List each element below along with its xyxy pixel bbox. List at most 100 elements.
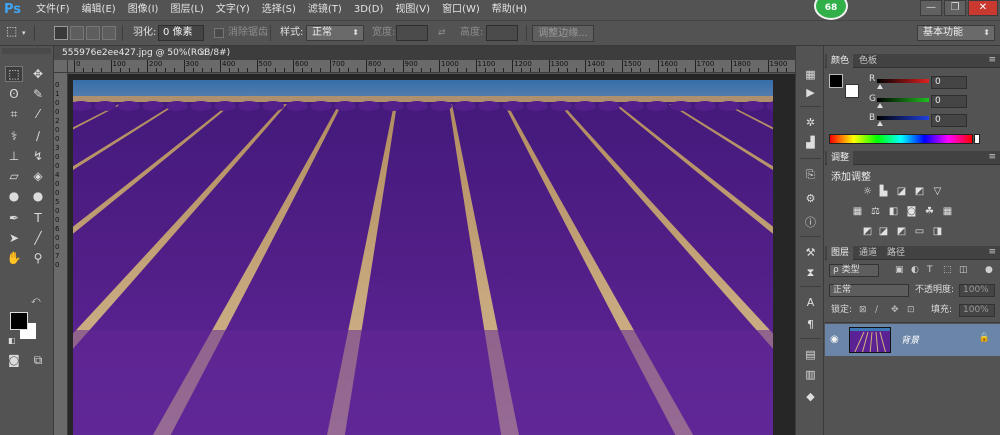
tab-swatches[interactable]: 色板 bbox=[855, 54, 881, 68]
quick-mask-icon[interactable]: ◙ bbox=[5, 352, 23, 368]
fill-input[interactable]: 100% bbox=[959, 304, 995, 317]
posterize-icon[interactable]: ◪ bbox=[877, 226, 890, 238]
panel-menu-icon[interactable]: ≡ bbox=[988, 247, 996, 257]
restore-button[interactable]: ❐ bbox=[944, 0, 966, 16]
brush-settings-icon[interactable]: ✲ bbox=[803, 116, 818, 130]
new-selection-icon[interactable] bbox=[54, 26, 68, 40]
workspace-select[interactable]: 基本功能 ⬍ bbox=[917, 25, 995, 41]
pen-tool-icon[interactable]: ✒ bbox=[5, 210, 23, 226]
menu-layer[interactable]: 图层(L) bbox=[164, 0, 209, 20]
gradient-map-icon[interactable]: ▭ bbox=[913, 226, 926, 238]
magic-wand-icon[interactable]: ✎ bbox=[29, 86, 47, 102]
tab-adjustments[interactable]: 调整 bbox=[827, 151, 854, 165]
character-icon[interactable]: A bbox=[803, 296, 818, 310]
red-slider[interactable] bbox=[877, 79, 929, 83]
document-tab[interactable]: 555976e2ee427.jpg @ 50%(RGB/8#) × bbox=[54, 46, 230, 60]
clone-source-icon[interactable]: ⎘ bbox=[803, 168, 818, 182]
width-input[interactable] bbox=[396, 25, 428, 41]
photo-filter-icon[interactable]: ◙ bbox=[905, 206, 918, 218]
menu-help[interactable]: 帮助(H) bbox=[486, 0, 533, 20]
exposure-icon[interactable]: ◩ bbox=[913, 186, 926, 198]
layer-comps-icon[interactable]: ▤ bbox=[803, 348, 818, 362]
invert-icon[interactable]: ◩ bbox=[861, 226, 874, 238]
swap-icon[interactable]: ⇄ bbox=[438, 25, 446, 41]
eraser-tool-icon[interactable]: ▱ bbox=[5, 168, 23, 184]
default-colors-icon[interactable]: ◧ bbox=[8, 336, 16, 345]
white-swatch[interactable] bbox=[974, 134, 980, 144]
channel-mixer-icon[interactable]: ☘ bbox=[923, 206, 936, 218]
filter-pixel-icon[interactable]: ▣ bbox=[895, 264, 904, 277]
chevron-down-icon[interactable]: ▾ bbox=[22, 25, 26, 41]
move-tool-icon[interactable]: ✥ bbox=[29, 66, 47, 82]
dodge-tool-icon[interactable]: ● bbox=[29, 188, 47, 204]
clone-stamp-icon[interactable]: ⊥ bbox=[5, 148, 23, 164]
filter-adjust-icon[interactable]: ◐ bbox=[911, 264, 919, 277]
marquee-tool-icon[interactable]: ⬚ bbox=[5, 66, 23, 82]
paragraph-icon[interactable]: ¶ bbox=[803, 318, 818, 332]
adjust-sliders-icon[interactable]: ⧗ bbox=[803, 266, 818, 280]
close-window-button[interactable]: ✕ bbox=[968, 0, 998, 16]
fg-color-chip[interactable] bbox=[829, 74, 843, 88]
brush-presets-icon[interactable]: ▟ bbox=[803, 136, 818, 150]
green-value-input[interactable]: 0 bbox=[931, 95, 967, 108]
lock-paint-icon[interactable]: ∕ bbox=[875, 304, 878, 317]
menu-3d[interactable]: 3D(D) bbox=[348, 0, 390, 20]
balance-icon[interactable]: ⚖ bbox=[869, 206, 882, 218]
layer-row-background[interactable]: ◉ 背景 🔒 bbox=[825, 324, 1000, 356]
foreground-color-swatch[interactable] bbox=[10, 312, 28, 330]
lock-position-icon[interactable]: ✥ bbox=[891, 304, 899, 317]
lasso-tool-icon[interactable]: ʘ bbox=[5, 86, 23, 102]
tab-paths[interactable]: 路径 bbox=[883, 246, 909, 260]
notes-icon[interactable]: ▥ bbox=[803, 368, 818, 382]
canvas-area[interactable] bbox=[68, 74, 795, 435]
crop-tool-icon[interactable]: ⌗ bbox=[5, 106, 23, 122]
red-value-input[interactable]: 0 bbox=[931, 76, 967, 89]
opacity-input[interactable]: 100% bbox=[959, 284, 995, 297]
threshold-icon[interactable]: ◩ bbox=[895, 226, 908, 238]
intersect-selection-icon[interactable] bbox=[102, 26, 116, 40]
menu-image[interactable]: 图像(I) bbox=[122, 0, 165, 20]
menu-select[interactable]: 选择(S) bbox=[256, 0, 302, 20]
tab-channels[interactable]: 通道 bbox=[855, 246, 881, 260]
selective-color-icon[interactable]: ◨ bbox=[931, 226, 944, 238]
marquee-tool-icon[interactable]: ⬚ bbox=[6, 23, 17, 39]
menu-file[interactable]: 文件(F) bbox=[30, 0, 76, 20]
levels-icon[interactable]: ▙ bbox=[877, 186, 890, 198]
minimize-button[interactable]: — bbox=[920, 0, 942, 16]
menu-type[interactable]: 文字(Y) bbox=[210, 0, 256, 20]
layer-name[interactable]: 背景 bbox=[901, 333, 919, 346]
lavender-field-image[interactable] bbox=[73, 80, 773, 435]
curves-icon[interactable]: ◪ bbox=[895, 186, 908, 198]
subtract-selection-icon[interactable] bbox=[86, 26, 100, 40]
filter-smart-icon[interactable]: ◫ bbox=[959, 264, 968, 277]
path-select-icon[interactable]: ➤ bbox=[5, 230, 23, 246]
vibrance-icon[interactable]: ▽ bbox=[931, 186, 944, 198]
blur-tool-icon[interactable]: ● bbox=[5, 188, 23, 204]
type-tool-icon[interactable]: T bbox=[29, 210, 47, 226]
bg-color-chip[interactable] bbox=[845, 84, 859, 98]
menu-view[interactable]: 视图(V) bbox=[389, 0, 436, 20]
3d-icon[interactable]: ◆ bbox=[803, 390, 818, 404]
blue-slider[interactable] bbox=[877, 116, 929, 120]
horizontal-ruler[interactable]: 0 100 200 300 400 500 600 700 800 900 1000 1100 1200… bbox=[68, 60, 796, 73]
tab-color[interactable]: 颜色 bbox=[827, 54, 854, 68]
refine-edge-button[interactable]: 调整边缘... bbox=[532, 25, 594, 42]
properties-icon[interactable]: ⚙ bbox=[803, 192, 818, 206]
hue-icon[interactable]: ▦ bbox=[851, 206, 864, 218]
actions-play-icon[interactable]: ▶ bbox=[803, 86, 818, 100]
brightness-icon[interactable]: ☼ bbox=[861, 186, 874, 198]
history-icon[interactable]: ▦ bbox=[803, 68, 818, 82]
panel-menu-icon[interactable]: ≡ bbox=[988, 152, 996, 162]
filter-toggle-icon[interactable]: ● bbox=[985, 264, 993, 277]
brush-tool-icon[interactable]: ∕ bbox=[29, 128, 47, 144]
tool-presets-icon[interactable]: ⚒ bbox=[803, 246, 818, 260]
healing-brush-icon[interactable]: ⚕ bbox=[5, 128, 23, 144]
info-icon[interactable]: ⓘ bbox=[803, 216, 818, 230]
green-slider-thumb[interactable] bbox=[877, 103, 883, 108]
color-spectrum-bar[interactable] bbox=[829, 134, 973, 144]
eyedropper-icon[interactable]: ⁄ bbox=[29, 106, 47, 122]
visibility-eye-icon[interactable]: ◉ bbox=[830, 334, 839, 345]
lock-pixels-icon[interactable]: ⊠ bbox=[859, 304, 867, 317]
style-select[interactable]: 正常 ⬍ bbox=[306, 25, 364, 41]
red-slider-thumb[interactable] bbox=[877, 84, 883, 89]
